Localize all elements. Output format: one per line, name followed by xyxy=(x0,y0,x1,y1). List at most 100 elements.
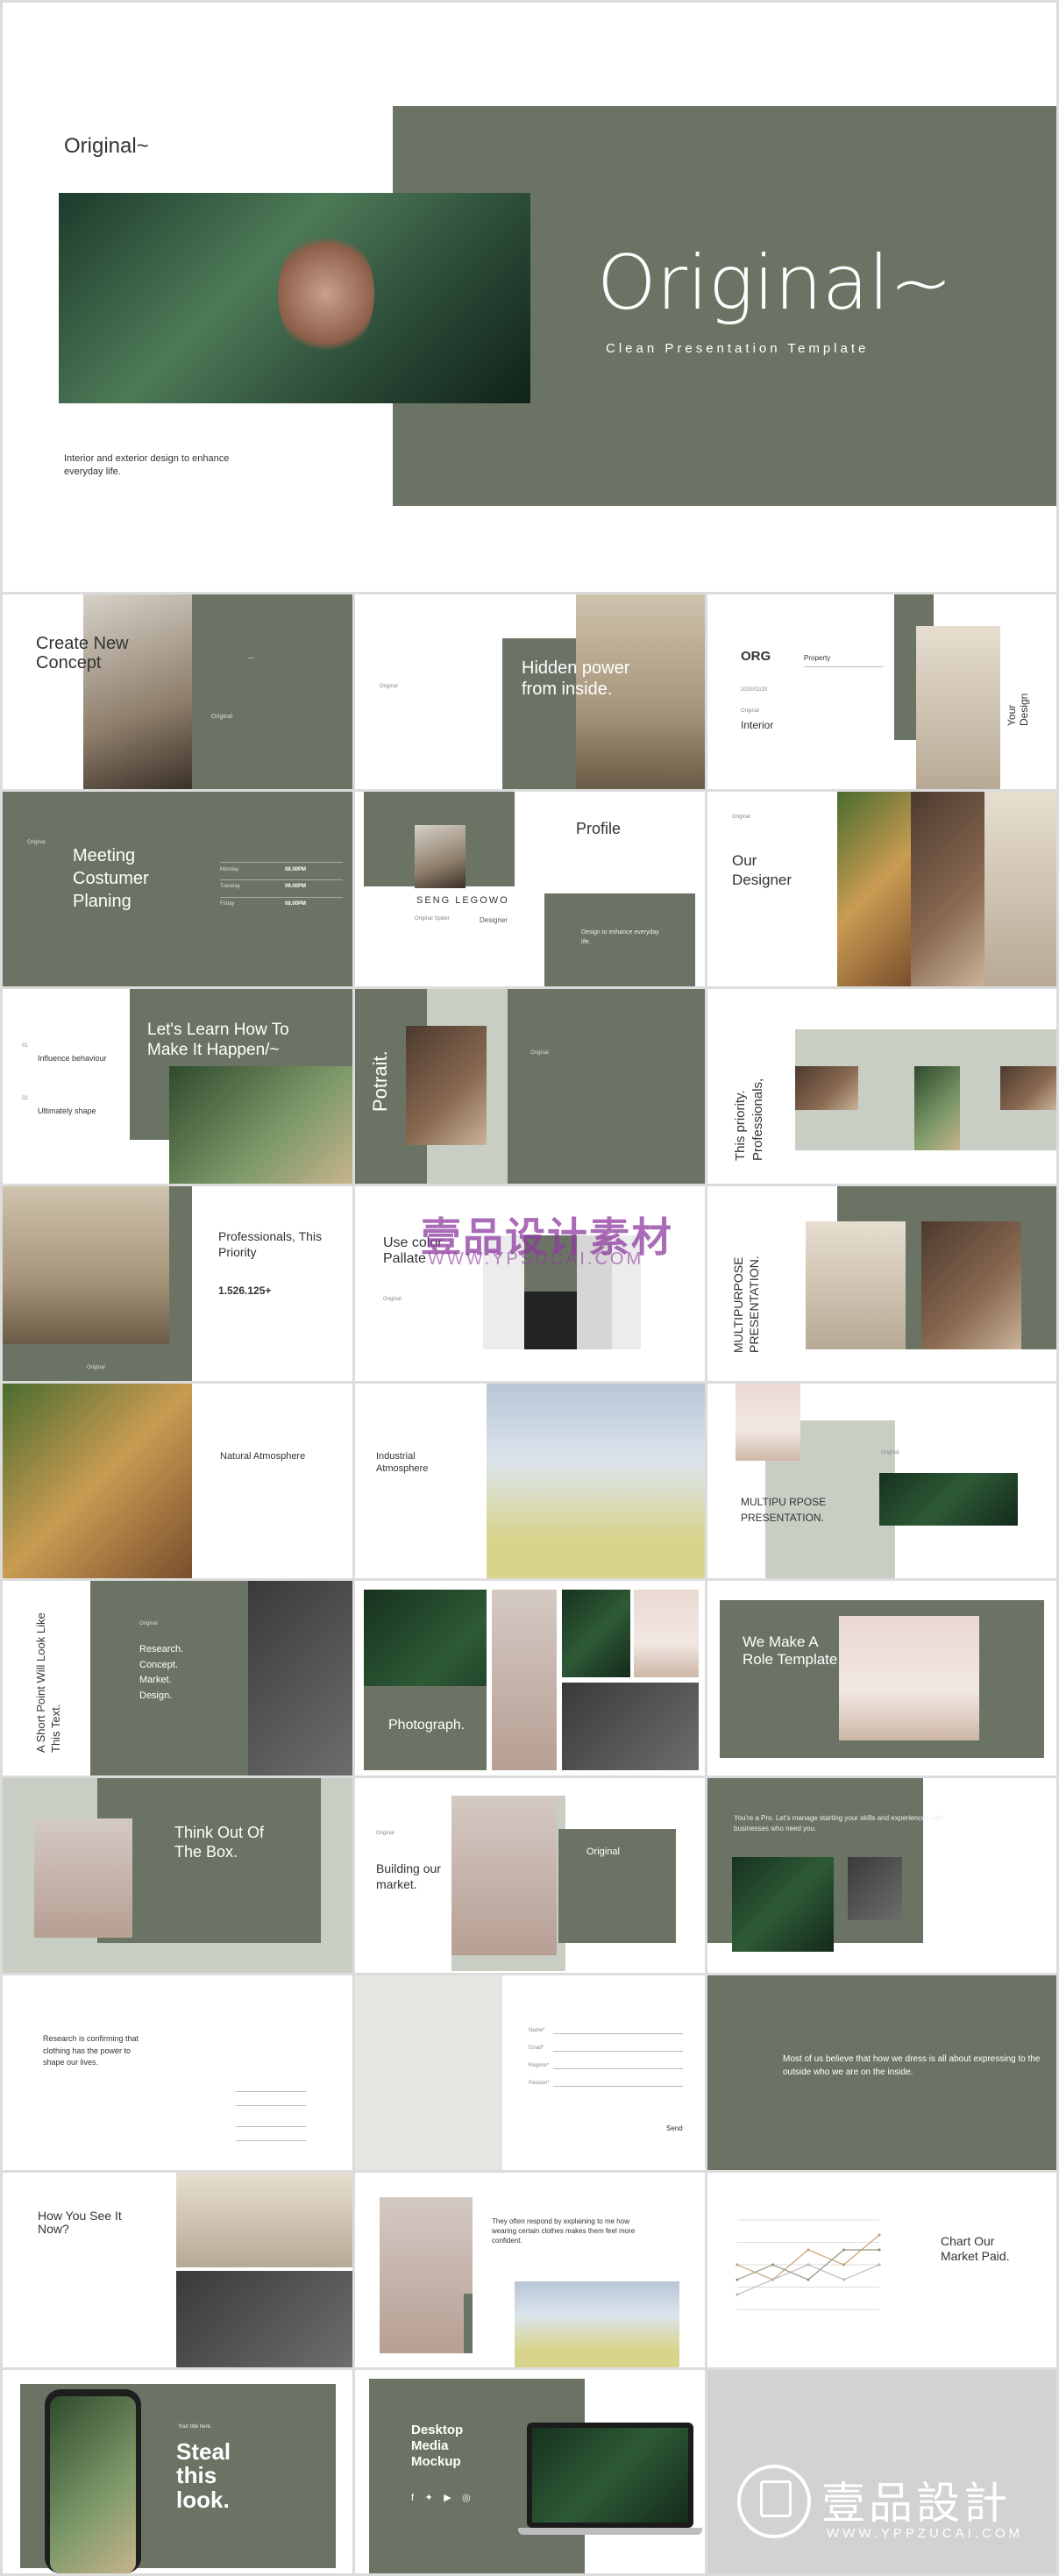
slide-photo xyxy=(176,2173,352,2267)
slide-role-template[interactable]: We Make A Role Template xyxy=(707,1581,1056,1775)
slide-label: Original xyxy=(530,1050,549,1056)
slide-confident[interactable]: They often respond by explaining to me h… xyxy=(355,2173,705,2367)
slide-number: 1.526.125+ xyxy=(218,1284,272,1297)
form-label: Name* xyxy=(529,2028,545,2033)
slide-photo xyxy=(492,1590,557,1770)
slide-quote: They often respond by explaining to me h… xyxy=(492,2217,636,2245)
slide-title: Industrial Atmosphere xyxy=(376,1451,429,1475)
phone-mockup xyxy=(45,2389,141,2573)
slide-vertical: A Short Point Will Look Like This Text. xyxy=(34,1612,62,1753)
slide-create-concept[interactable]: Create New Concept Original — xyxy=(3,594,352,789)
slide-hidden-power[interactable]: Hidden power from inside. Original xyxy=(355,594,705,789)
slide-photo xyxy=(911,792,984,986)
slide-title: Create New Concept xyxy=(36,634,129,672)
slide-label: Original xyxy=(380,684,398,689)
slide-short-point[interactable]: A Short Point Will Look Like This Text. … xyxy=(3,1581,352,1775)
brand-logo-tile: 壹品設計 WWW.YPPZUCAI.COM xyxy=(707,2370,1056,2573)
slide-org[interactable]: ORG Property 2020/02/20 Original Interio… xyxy=(707,594,1056,789)
slide-left-label: Original Spider xyxy=(415,916,450,922)
schedule-time: 08.00PM xyxy=(285,867,307,872)
slide-desktop-mockup[interactable]: Desktop Media Mockup f ✦ ▶ ◎ xyxy=(355,2370,705,2573)
slide-title: Steal this look. xyxy=(176,2438,231,2513)
slide-title: How You See It Now? xyxy=(38,2209,122,2237)
slide-role: Designer xyxy=(480,916,508,924)
swatch-dark xyxy=(524,1292,577,1349)
slide-date: 2020/02/20 xyxy=(741,687,768,693)
slide-chart[interactable]: Chart Our Market Paid. xyxy=(707,2173,1056,2367)
slide-photograph[interactable]: Photograph. xyxy=(355,1581,705,1775)
facebook-icon[interactable]: f xyxy=(411,2493,414,2503)
slide-steal-look[interactable]: Your title here. Steal this look. xyxy=(3,2370,352,2573)
slide-pro-quote[interactable]: You're a Pro. Let's manage starting your… xyxy=(707,1778,1056,1973)
chart-point xyxy=(842,2263,846,2266)
twitter-icon[interactable]: ✦ xyxy=(425,2493,433,2503)
chart-point xyxy=(842,2248,846,2252)
youtube-icon[interactable]: ▶ xyxy=(444,2493,451,2503)
hero-title: Original~ xyxy=(597,239,953,327)
slide-photo xyxy=(248,1581,352,1775)
schedule-day: Tuesday xyxy=(220,884,240,889)
form-field[interactable] xyxy=(553,2033,683,2034)
slide-photo xyxy=(736,1384,800,1461)
send-button[interactable]: Send xyxy=(666,2124,683,2132)
slide-professionals[interactable]: Original Professionals, This Priority 1.… xyxy=(3,1186,352,1381)
slide-industrial[interactable]: Industrial Atmosphere xyxy=(355,1384,705,1578)
form-field[interactable] xyxy=(553,2068,683,2069)
slide-natural[interactable]: Natural Atmosphere xyxy=(3,1384,352,1578)
slide-think-out[interactable]: Think Out Of The Box. xyxy=(3,1778,352,1973)
slide-our-designer[interactable]: Original Our Designer xyxy=(707,792,1056,986)
slide-caption: Original xyxy=(87,1365,105,1370)
instagram-icon[interactable]: ◎ xyxy=(462,2493,471,2503)
slide-photo xyxy=(879,1473,1018,1526)
slide-label: Original xyxy=(732,815,750,820)
brand-url: WWW.YPPZUCAI.COM xyxy=(827,2526,1023,2541)
slide-believe[interactable]: Most of us believe that how we dress is … xyxy=(707,1975,1056,2170)
slide-this-priority[interactable]: This priority. Professionals, xyxy=(707,989,1056,1184)
hero-subtitle: Clean Presentation Template xyxy=(606,341,870,356)
slide-title: Hidden power from inside. xyxy=(522,658,630,699)
hero-photo xyxy=(59,193,530,403)
slide-photo xyxy=(415,825,466,888)
slide-photo xyxy=(451,1796,557,1955)
slide-meeting[interactable]: Original Meeting Costumer Planing Monday… xyxy=(3,792,352,986)
slide-multipurpose[interactable]: MULTIPURPOSE PRESENTATION. xyxy=(707,1186,1056,1381)
slide-photo xyxy=(914,1066,960,1150)
slide-see-it[interactable]: How You See It Now? xyxy=(3,2173,352,2367)
chart-point xyxy=(807,2263,810,2266)
slide-title: Natural Atmosphere xyxy=(220,1451,306,1462)
slide-photo xyxy=(806,1221,906,1349)
slide-label: Original xyxy=(27,840,46,845)
form-field[interactable] xyxy=(553,2086,683,2087)
slide-photo xyxy=(921,1221,1021,1349)
chart-point xyxy=(878,2263,881,2266)
slide-photo xyxy=(848,1857,902,1920)
line-chart xyxy=(736,2219,881,2310)
chart-point xyxy=(736,2278,739,2281)
item-number: 01 xyxy=(22,1043,28,1049)
form-field[interactable] xyxy=(553,2051,683,2052)
slide-side-label: Original xyxy=(211,714,233,720)
slide-interior: Interior xyxy=(741,719,774,731)
slide-vertical: Potrait. xyxy=(369,1050,391,1112)
item-label: Influence behaviour xyxy=(38,1054,107,1063)
slide-photo xyxy=(1000,1066,1056,1110)
slide-potrait[interactable]: Potrait. Original xyxy=(355,989,705,1184)
slide-property: Property xyxy=(804,654,831,662)
slide-multipu[interactable]: Original MULTIPU RPOSE PRESENTATION. xyxy=(707,1384,1056,1578)
item-number: 02 xyxy=(22,1096,28,1101)
slide-profile[interactable]: Profile SENG LEGOWO Original Spider Desi… xyxy=(355,792,705,986)
slide-research[interactable]: Research is confirming that clothing has… xyxy=(3,1975,352,2170)
slide-name: SENG LEGOWO xyxy=(416,895,509,906)
slide-photo xyxy=(837,792,911,986)
slide-photo xyxy=(984,792,1056,986)
slide-form[interactable]: Name* Email* Regime* Passion* Send xyxy=(355,1975,705,2170)
slide-learn-how[interactable]: Let's Learn How To Make It Happen/~ 01 I… xyxy=(3,989,352,1184)
item-label: Ultimately shape xyxy=(38,1107,96,1115)
slide-photo xyxy=(83,594,192,789)
slide-building-market[interactable]: Original Building our market. Original xyxy=(355,1778,705,1973)
schedule-time: 09.00PM xyxy=(285,884,307,889)
chart-point xyxy=(842,2278,846,2281)
slide-photo xyxy=(3,1384,192,1578)
slide-title: Let's Learn How To Make It Happen/~ xyxy=(147,1021,289,1059)
hero-slide[interactable]: Original~ Original~ Clean Presentation T… xyxy=(3,3,1056,592)
